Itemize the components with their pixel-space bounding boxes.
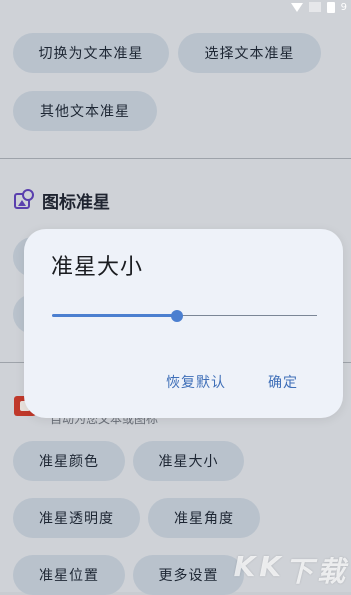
- watermark-letter: 载: [316, 555, 345, 588]
- dialog-title: 准星大小: [51, 255, 144, 280]
- crosshair-size-chip[interactable]: 准星大小: [133, 441, 244, 481]
- slider-active-track: [52, 314, 177, 317]
- status-bar: 9: [290, 0, 351, 14]
- wifi-icon: [290, 2, 303, 12]
- other-text-crosshair-chip[interactable]: 其他文本准星: [13, 91, 157, 131]
- crosshair-opacity-chip[interactable]: 准星透明度: [13, 498, 140, 538]
- watermark-logo: KK下载: [234, 550, 345, 590]
- crosshair-size-dialog: 准星大小 恢复默认 确定: [24, 229, 343, 418]
- size-slider[interactable]: [52, 306, 317, 326]
- watermark-letter: K: [259, 550, 281, 583]
- choose-text-crosshair-chip[interactable]: 选择文本准星: [178, 33, 321, 73]
- watermark-letter: K: [233, 550, 256, 583]
- section-divider: [0, 158, 351, 159]
- icon-crosshair-section-header: 图标准星: [14, 188, 110, 213]
- more-settings-chip[interactable]: 更多设置: [133, 555, 244, 595]
- battery-icon: [326, 1, 335, 13]
- status-time: 9: [340, 1, 347, 13]
- crosshair-position-chip[interactable]: 准星位置: [13, 555, 125, 595]
- crosshair-angle-chip[interactable]: 准星角度: [148, 498, 260, 538]
- crosshair-color-chip[interactable]: 准星颜色: [13, 441, 125, 481]
- watermark-letter: 下: [284, 555, 313, 588]
- switch-text-crosshair-chip[interactable]: 切换为文本准星: [13, 33, 169, 73]
- confirm-button[interactable]: 确定: [268, 372, 298, 392]
- image-icon: [14, 188, 34, 209]
- signal-icon: [308, 2, 321, 12]
- reset-default-button[interactable]: 恢复默认: [166, 372, 226, 392]
- section-title: 图标准星: [42, 193, 110, 213]
- slider-thumb[interactable]: [170, 310, 183, 322]
